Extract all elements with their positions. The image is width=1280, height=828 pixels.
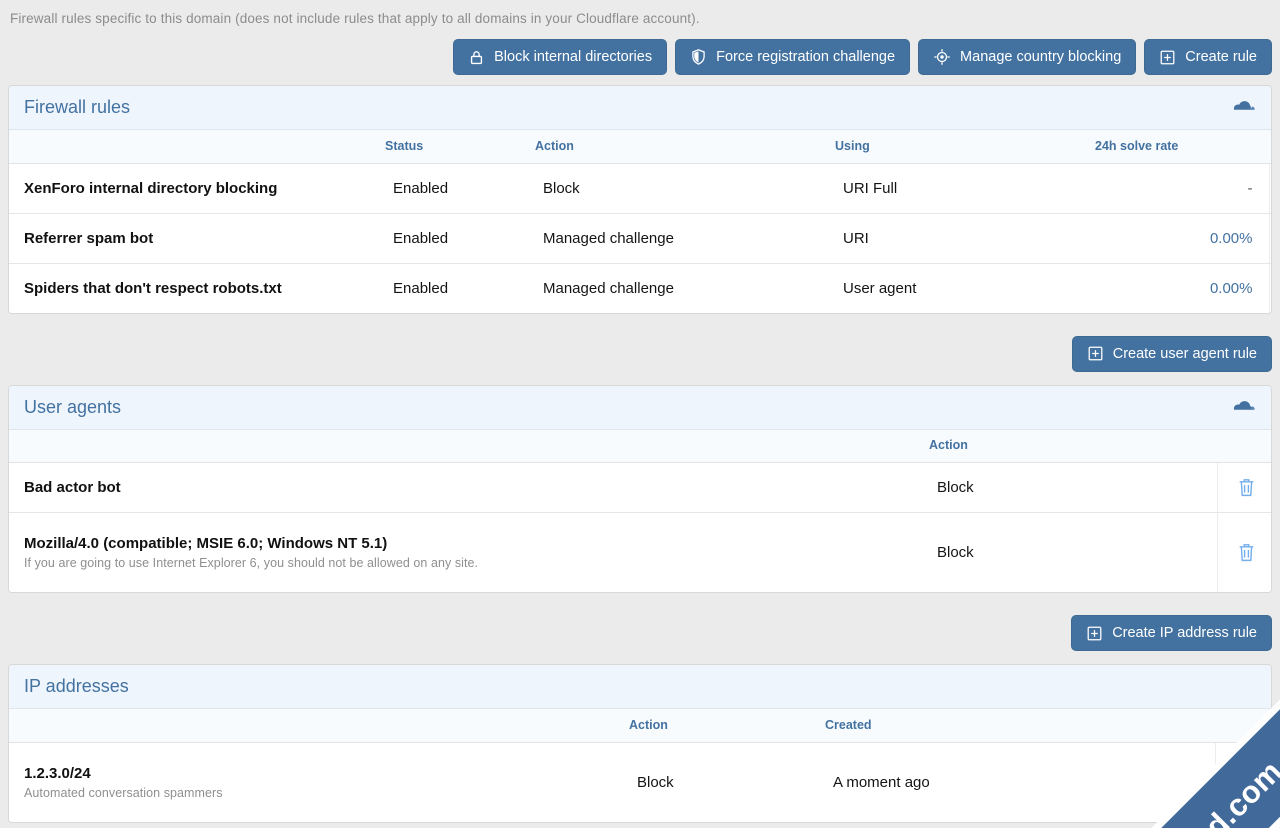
ip-addresses-title: IP addresses — [24, 676, 1257, 697]
manage-country-blocking-button[interactable]: Manage country blocking — [918, 39, 1136, 75]
create-rule-label: Create rule — [1185, 50, 1257, 65]
ip-addresses-header-row: Action Created — [9, 709, 1272, 742]
column-header-name — [9, 130, 385, 163]
rule-action: Managed challenge — [535, 263, 835, 313]
column-header-action: Action — [629, 709, 825, 742]
firewall-rules-title: Firewall rules — [24, 97, 1227, 118]
firewall-toolbar: Block internal directories Force registr… — [8, 28, 1272, 85]
firewall-rules-panel-header: Firewall rules — [9, 86, 1271, 130]
user-agents-title: User agents — [24, 397, 1227, 418]
rule-name: Spiders that don't respect robots.txt — [9, 263, 385, 313]
column-header-name — [9, 709, 629, 742]
trash-icon[interactable] — [1226, 533, 1266, 573]
column-header-delete — [1269, 130, 1272, 163]
user-agents-panel: User agents Action Bad ac — [8, 385, 1272, 594]
column-header-solve-rate: 24h solve rate — [1095, 130, 1269, 163]
table-row: Bad actor bot Block — [9, 463, 1272, 513]
ip-address-created: A moment ago — [825, 742, 1215, 822]
firewall-rules-header-row: Status Action Using 24h solve rate — [9, 130, 1272, 163]
firewall-rules-table: Status Action Using 24h solve rate XenFo… — [9, 130, 1272, 313]
user-agent-name: Bad actor bot — [9, 463, 929, 513]
user-agents-header-row: Action — [9, 430, 1272, 463]
ip-address-action: Block — [629, 742, 825, 822]
rule-action: Block — [535, 163, 835, 213]
ip-addresses-table: Action Created 1.2.3.0/24 Automated conv… — [9, 709, 1272, 822]
column-header-action: Action — [535, 130, 835, 163]
rule-status: Enabled — [385, 263, 535, 313]
rule-name: XenForo internal directory blocking — [9, 163, 385, 213]
shield-icon — [690, 48, 707, 66]
delete-rule-cell[interactable] — [1269, 213, 1272, 263]
rule-solve-rate: - — [1095, 163, 1269, 213]
user-agents-table: Action Bad actor bot Block — [9, 430, 1272, 593]
ip-addresses-panel: IP addresses Action Created 1.2.3.0/24 A… — [8, 664, 1272, 823]
user-agent-name-text: Mozilla/4.0 (compatible; MSIE 6.0; Windo… — [24, 535, 387, 552]
column-header-delete — [1215, 709, 1272, 742]
block-internal-directories-label: Block internal directories — [494, 50, 652, 65]
rule-status: Enabled — [385, 213, 535, 263]
firewall-page: Firewall rules specific to this domain (… — [0, 0, 1280, 828]
table-row: XenForo internal directory blocking Enab… — [9, 163, 1272, 213]
user-agent-name-text: Bad actor bot — [24, 479, 121, 496]
rule-using: URI — [835, 213, 1095, 263]
ip-address-note: Automated conversation spammers — [24, 786, 619, 800]
lock-icon — [468, 49, 485, 66]
table-row: 1.2.3.0/24 Automated conversation spamme… — [9, 742, 1272, 822]
plus-square-icon — [1159, 49, 1176, 66]
user-agent-note: If you are going to use Internet Explore… — [24, 556, 919, 570]
target-icon — [933, 48, 951, 66]
create-rule-button[interactable]: Create rule — [1144, 39, 1272, 75]
rule-using: URI Full — [835, 163, 1095, 213]
column-header-created: Created — [825, 709, 1215, 742]
manage-country-blocking-label: Manage country blocking — [960, 50, 1121, 65]
ip-addresses-panel-header: IP addresses — [9, 665, 1271, 709]
plus-square-icon — [1086, 625, 1103, 642]
column-header-delete — [1217, 430, 1272, 463]
ip-address-toolbar: Create IP address rule — [8, 593, 1272, 664]
ip-address-name: 1.2.3.0/24 Automated conversation spamme… — [9, 742, 629, 822]
user-agent-action: Block — [929, 463, 1217, 513]
user-agent-toolbar: Create user agent rule — [8, 314, 1272, 385]
firewall-rules-panel: Firewall rules Status Action Using — [8, 85, 1272, 314]
rule-solve-rate: 0.00% — [1095, 263, 1269, 313]
page-description: Firewall rules specific to this domain (… — [8, 0, 1272, 28]
cloudflare-logo-icon — [1227, 397, 1257, 418]
rule-action: Managed challenge — [535, 213, 835, 263]
delete-rule-cell[interactable] — [1269, 263, 1272, 313]
trash-icon[interactable] — [1226, 468, 1266, 508]
rule-solve-rate: 0.00% — [1095, 213, 1269, 263]
block-internal-directories-button[interactable]: Block internal directories — [453, 39, 667, 75]
ip-address-text: 1.2.3.0/24 — [24, 765, 91, 782]
table-row: Spiders that don't respect robots.txt En… — [9, 263, 1272, 313]
column-header-using: Using — [835, 130, 1095, 163]
create-user-agent-rule-label: Create user agent rule — [1113, 347, 1257, 362]
cloudflare-logo-icon — [1227, 97, 1257, 118]
force-registration-challenge-label: Force registration challenge — [716, 50, 895, 65]
column-header-status: Status — [385, 130, 535, 163]
user-agent-name: Mozilla/4.0 (compatible; MSIE 6.0; Windo… — [9, 513, 929, 593]
user-agents-panel-header: User agents — [9, 386, 1271, 430]
rule-using: User agent — [835, 263, 1095, 313]
rule-status: Enabled — [385, 163, 535, 213]
column-header-name — [9, 430, 929, 463]
user-agent-action: Block — [929, 513, 1217, 593]
trash-icon[interactable] — [1224, 762, 1264, 802]
table-row: Mozilla/4.0 (compatible; MSIE 6.0; Windo… — [9, 513, 1272, 593]
create-user-agent-rule-button[interactable]: Create user agent rule — [1072, 336, 1272, 372]
delete-ip-address-cell[interactable] — [1215, 742, 1272, 822]
column-header-action: Action — [929, 430, 1217, 463]
create-ip-address-rule-label: Create IP address rule — [1112, 626, 1257, 641]
delete-user-agent-cell[interactable] — [1217, 513, 1272, 593]
force-registration-challenge-button[interactable]: Force registration challenge — [675, 39, 910, 75]
table-row: Referrer spam bot Enabled Managed challe… — [9, 213, 1272, 263]
rule-name: Referrer spam bot — [9, 213, 385, 263]
delete-user-agent-cell[interactable] — [1217, 463, 1272, 513]
create-ip-address-rule-button[interactable]: Create IP address rule — [1071, 615, 1272, 651]
plus-square-icon — [1087, 345, 1104, 362]
delete-rule-cell[interactable] — [1269, 163, 1272, 213]
